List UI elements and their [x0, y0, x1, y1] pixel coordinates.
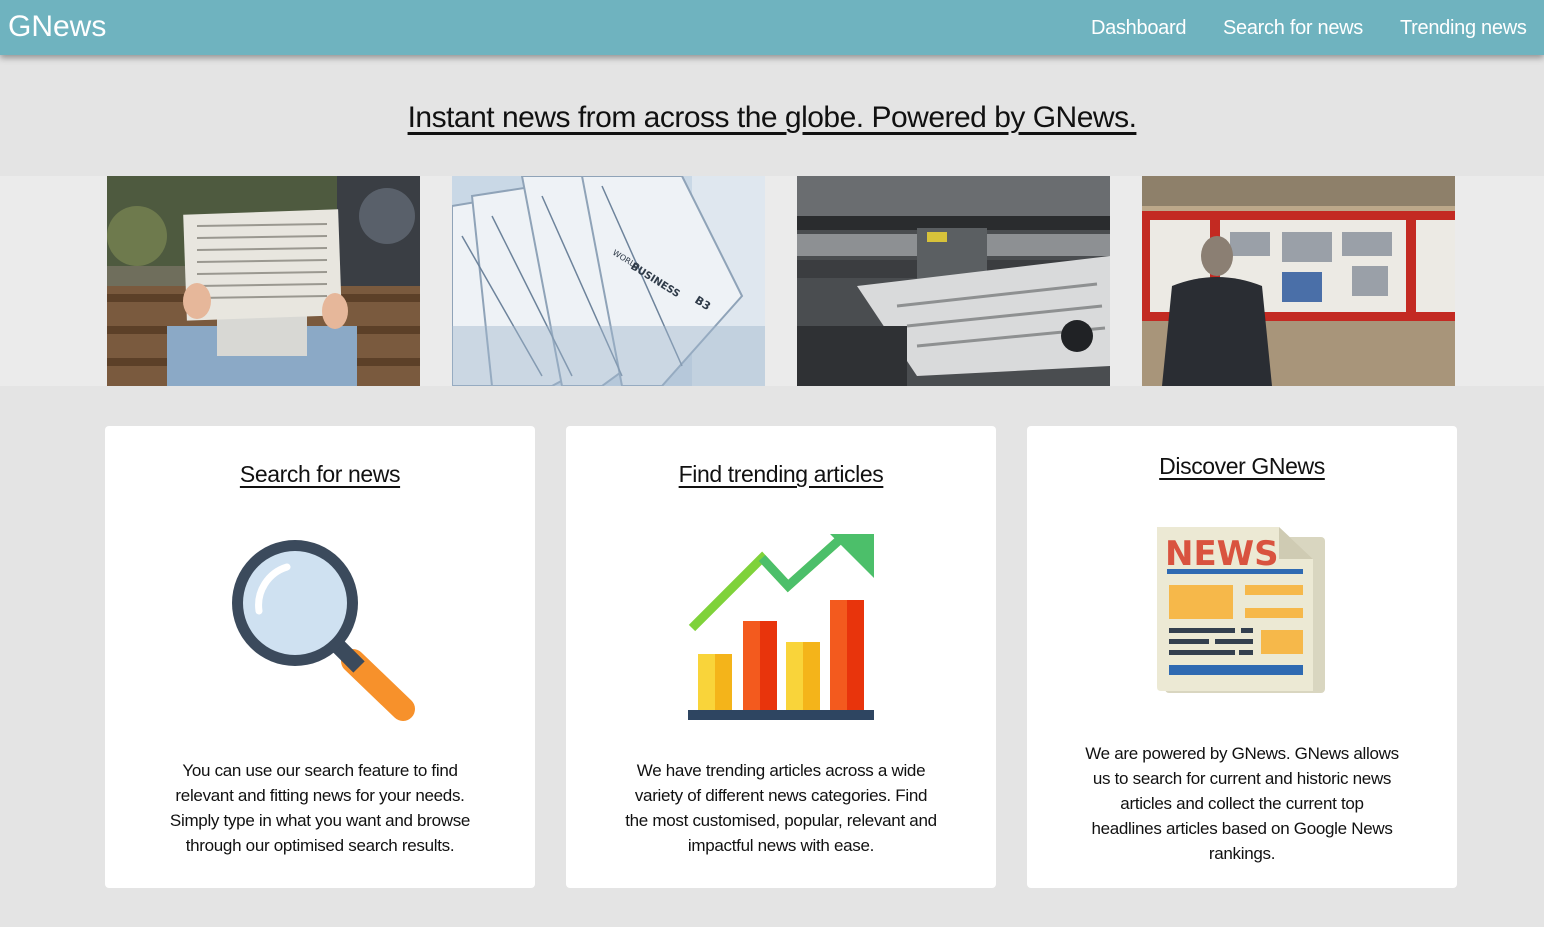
nav-link-search-for-news[interactable]: Search for news: [1223, 14, 1363, 42]
find-trending-articles-card-title[interactable]: Find trending articles: [566, 459, 996, 489]
find-trending-articles-card-description: We have trending articles across a wide …: [625, 761, 937, 855]
discover-gnews-card-title[interactable]: Discover GNews: [1027, 451, 1457, 481]
top-navbar: GNews Dashboard Search for news Trending…: [0, 0, 1544, 55]
trending-chart-icon: [688, 530, 878, 724]
magnifying-glass-icon: [225, 531, 415, 725]
stacked-newspapers-photo: BUSINESS WORLD B3: [452, 176, 765, 386]
printing-press-photo: [797, 176, 1110, 386]
search-for-news-card-title[interactable]: Search for news: [105, 459, 535, 489]
find-trending-articles-card: Find trending articles We have trending …: [566, 426, 996, 888]
nav-link-trending-news[interactable]: Trending news: [1400, 14, 1527, 42]
discover-gnews-card-description: We are powered by GNews. GNews allows us…: [1085, 744, 1399, 863]
newspaper-icon-text: NEWS: [1165, 534, 1279, 574]
brand-logo-link[interactable]: GNews: [8, 8, 106, 46]
person-reading-newspaper-photo: [107, 176, 420, 386]
man-reading-posted-newspapers-photo: [1142, 176, 1455, 386]
newspaper-icon: NEWS: [1157, 525, 1329, 699]
search-for-news-card: Search for news You can use our search f…: [105, 426, 535, 888]
hero-headline: Instant news from across the globe. Powe…: [407, 101, 1137, 134]
nav-link-dashboard[interactable]: Dashboard: [1091, 14, 1186, 42]
discover-gnews-card: Discover GNews NEWS We are powered by GN…: [1027, 426, 1457, 888]
search-for-news-card-description: You can use our search feature to find r…: [169, 761, 471, 855]
